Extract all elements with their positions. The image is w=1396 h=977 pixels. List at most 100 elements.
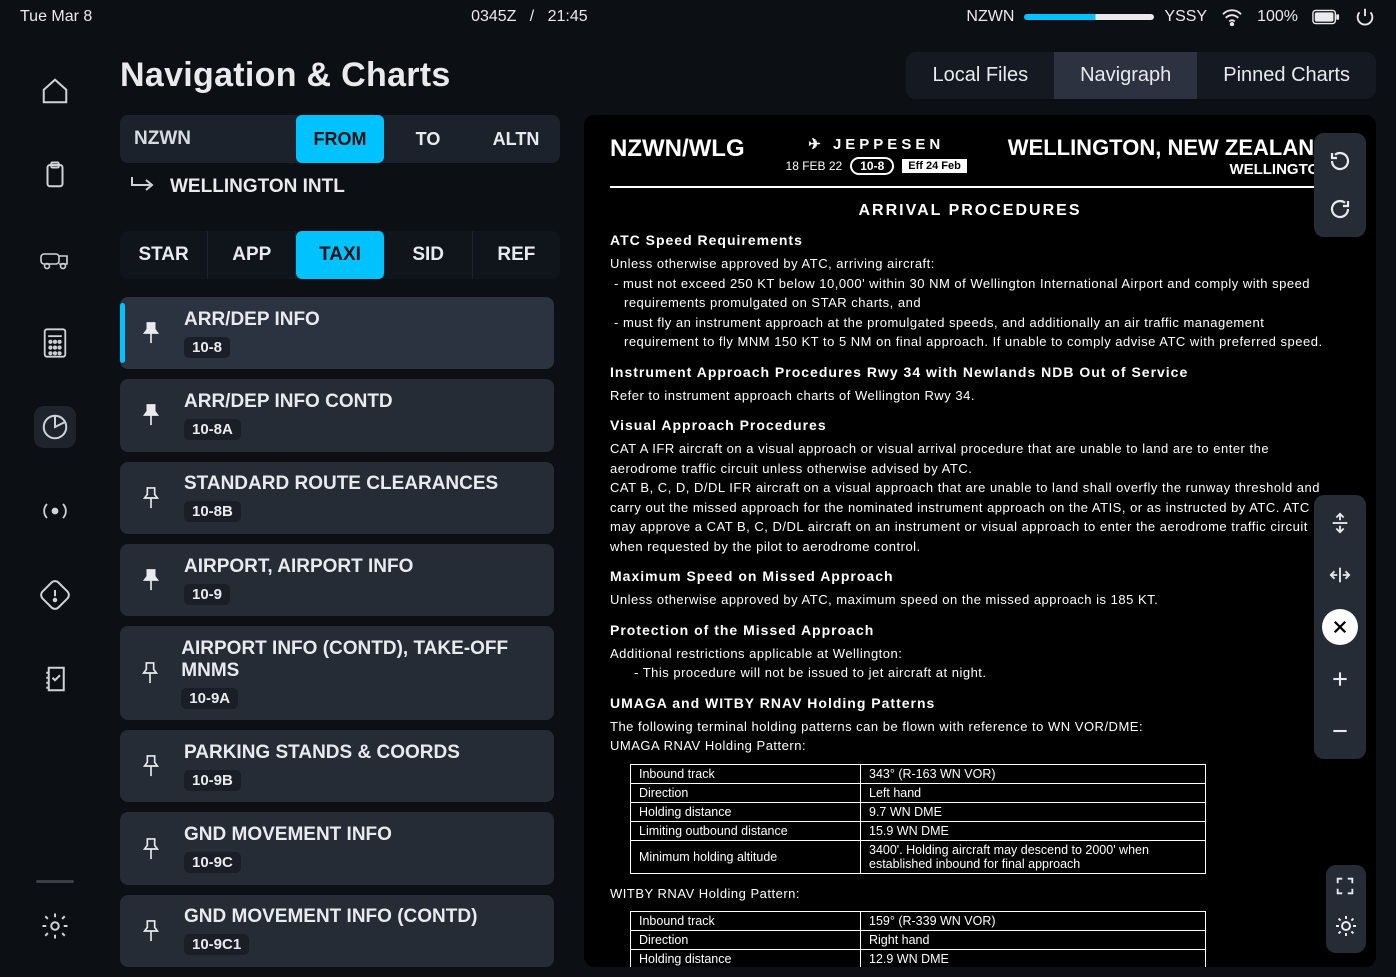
- category-tab-star[interactable]: STAR: [120, 231, 208, 279]
- nav-rail: [0, 34, 110, 977]
- nav-charts[interactable]: [34, 406, 76, 448]
- doc-ident: NZWN/WLG: [610, 135, 745, 163]
- chart-item[interactable]: STANDARD ROUTE CLEARANCES 10-8B: [120, 462, 554, 534]
- chart-list[interactable]: ARR/DEP INFO 10-8 ARR/DEP INFO CONTD 10-…: [120, 297, 560, 967]
- chart-item[interactable]: ARR/DEP INFO CONTD 10-8A: [120, 379, 554, 451]
- pin-icon[interactable]: [134, 918, 168, 944]
- chart-item-code: 10-9A: [181, 688, 238, 709]
- doc-title: ARRIVAL PROCEDURES: [610, 202, 1330, 220]
- fit-horizontal-button[interactable]: [1322, 557, 1358, 593]
- route-dest: YSSY: [1164, 8, 1207, 26]
- airport-tab-from[interactable]: FROM: [296, 115, 384, 163]
- viewer-rotate-tools: [1314, 133, 1366, 237]
- chart-viewer[interactable]: NZWN/WLG ✈ JEPPESEN 18 FEB 22 10-8 Eff 2…: [584, 115, 1376, 967]
- route-progress: NZWN YSSY: [966, 8, 1207, 26]
- chart-item[interactable]: PARKING STANDS & COORDS 10-9B: [120, 730, 554, 802]
- category-tab-ref[interactable]: REF: [473, 231, 560, 279]
- chart-item-title: PARKING STANDS & COORDS: [184, 742, 460, 764]
- chart-item-code: 10-9B: [184, 770, 241, 791]
- category-tab-app[interactable]: APP: [208, 231, 296, 279]
- pin-icon[interactable]: [134, 836, 168, 862]
- status-bar: Tue Mar 8 0345Z / 21:45 NZWN YSSY 100%: [0, 0, 1396, 34]
- category-tab-sid[interactable]: SID: [385, 231, 473, 279]
- chart-category-tabs: STARAPPTAXISIDREF: [120, 231, 560, 279]
- route-line: [1024, 14, 1154, 20]
- zoom-out-button[interactable]: [1322, 713, 1358, 749]
- nav-online[interactable]: [34, 490, 76, 532]
- doc-city: WELLINGTON, NEW ZEALAND: [1008, 135, 1330, 161]
- category-tab-taxi[interactable]: TAXI: [296, 231, 384, 279]
- chart-item-code: 10-9C1: [184, 934, 249, 955]
- chart-item-title: AIRPORT, AIRPORT INFO: [184, 556, 413, 578]
- pin-icon[interactable]: [134, 567, 168, 593]
- witby-table: Inbound track159° (R-339 WN VOR)Directio…: [630, 911, 1206, 967]
- viewer-corner-tools: [1326, 865, 1366, 953]
- doc-eff: Eff 24 Feb: [902, 159, 967, 173]
- chart-item-code: 10-9C: [184, 852, 241, 873]
- chart-item[interactable]: ARR/DEP INFO 10-8: [120, 297, 554, 369]
- zoom-in-button[interactable]: [1322, 661, 1358, 697]
- fit-vertical-button[interactable]: [1322, 505, 1358, 541]
- status-local: 21:45: [548, 8, 588, 25]
- pin-icon[interactable]: [134, 485, 168, 511]
- source-tab-pinned-charts[interactable]: Pinned Charts: [1197, 52, 1376, 99]
- airport-selector: NZWN FROMTOALTN: [120, 115, 560, 163]
- chart-document: NZWN/WLG ✈ JEPPESEN 18 FEB 22 10-8 Eff 2…: [584, 115, 1376, 967]
- chart-item-title: GND MOVEMENT INFO: [184, 824, 392, 846]
- chart-item[interactable]: AIRPORT INFO (CONTD), TAKE-OFF MNMS 10-9…: [120, 626, 554, 720]
- status-time: 0345Z / 21:45: [92, 8, 966, 26]
- nav-checklists[interactable]: [34, 658, 76, 700]
- chart-item[interactable]: GND MOVEMENT INFO 10-9C: [120, 812, 554, 884]
- rotate-cw-button[interactable]: [1322, 191, 1358, 227]
- rail-separator: [36, 880, 74, 883]
- chart-browser: NZWN FROMTOALTN WELLINGTON INTL STARAPPT…: [120, 115, 560, 967]
- chart-item-code: 10-8: [184, 337, 230, 358]
- chart-item-code: 10-8B: [184, 501, 241, 522]
- pin-icon[interactable]: [134, 320, 168, 346]
- airport-name: WELLINGTON INTL: [170, 176, 345, 198]
- page-title: Navigation & Charts: [120, 56, 451, 95]
- nav-ground[interactable]: [34, 238, 76, 280]
- doc-brand: ✈ JEPPESEN: [786, 135, 967, 153]
- airport-tab-altn[interactable]: ALTN: [472, 115, 560, 163]
- airport-tab-to[interactable]: TO: [384, 115, 472, 163]
- chart-item-title: AIRPORT INFO (CONTD), TAKE-OFF MNMS: [181, 638, 540, 682]
- main-area: Navigation & Charts Local FilesNavigraph…: [110, 34, 1396, 977]
- status-date: Tue Mar 8: [20, 8, 92, 26]
- umaga-table: Inbound track343° (R-163 WN VOR)Directio…: [630, 764, 1206, 874]
- nav-home[interactable]: [34, 70, 76, 112]
- chart-item[interactable]: GND MOVEMENT INFO (CONTD) 10-9C1: [120, 895, 554, 967]
- viewer-fit-zoom-tools: [1314, 495, 1366, 759]
- source-tab-local-files[interactable]: Local Files: [906, 52, 1054, 99]
- doc-num: 10-8: [850, 157, 894, 175]
- source-tab-navigraph[interactable]: Navigraph: [1054, 52, 1197, 99]
- pin-icon[interactable]: [134, 402, 168, 428]
- route-origin: NZWN: [966, 8, 1014, 26]
- chart-item-title: STANDARD ROUTE CLEARANCES: [184, 473, 498, 495]
- airport-icao[interactable]: NZWN: [134, 128, 296, 150]
- fullscreen-button[interactable]: [1334, 875, 1358, 902]
- enter-arrow-icon: [128, 173, 158, 201]
- power-icon[interactable]: [1354, 6, 1376, 28]
- chart-item-code: 10-8A: [184, 419, 241, 440]
- reset-view-button[interactable]: [1322, 609, 1358, 645]
- doc-airport: WELLINGTON: [1008, 161, 1330, 178]
- pin-icon[interactable]: [134, 753, 168, 779]
- nav-calculator[interactable]: [34, 322, 76, 364]
- nav-clipboard[interactable]: [34, 154, 76, 196]
- chart-item-title: ARR/DEP INFO CONTD: [184, 391, 393, 413]
- nav-settings[interactable]: [34, 905, 76, 947]
- doc-date: 18 FEB 22: [786, 159, 843, 173]
- pin-icon[interactable]: [134, 660, 165, 686]
- brightness-button[interactable]: [1334, 914, 1358, 943]
- status-zulu: 0345Z: [471, 8, 516, 25]
- chart-item-title: GND MOVEMENT INFO (CONTD): [184, 906, 477, 928]
- source-tabs: Local FilesNavigraphPinned Charts: [906, 52, 1376, 99]
- battery-percent: 100%: [1257, 8, 1298, 26]
- battery-icon: [1312, 9, 1340, 25]
- chart-item-code: 10-9: [184, 584, 230, 605]
- chart-item-title: ARR/DEP INFO: [184, 309, 320, 331]
- chart-item[interactable]: AIRPORT, AIRPORT INFO 10-9: [120, 544, 554, 616]
- rotate-ccw-button[interactable]: [1322, 143, 1358, 179]
- nav-failures[interactable]: [34, 574, 76, 616]
